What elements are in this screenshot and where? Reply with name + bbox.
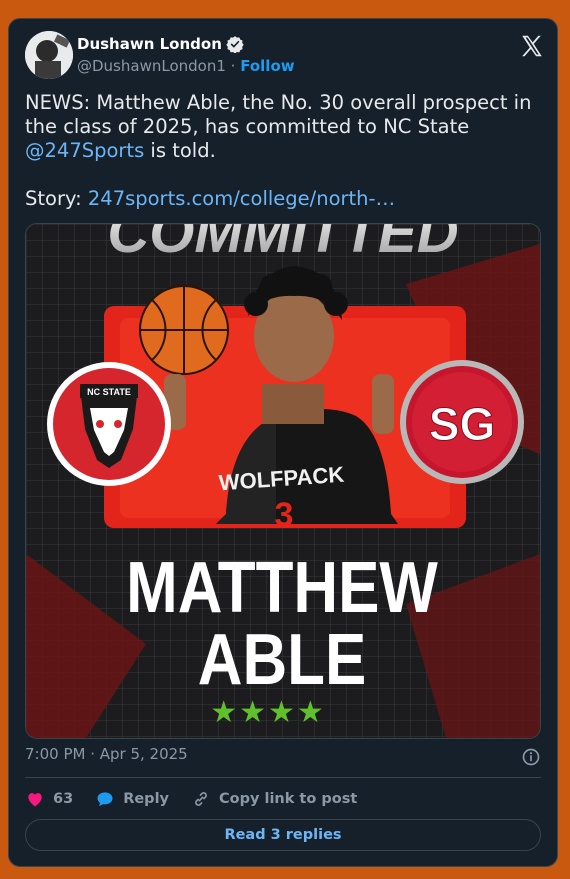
copy-link-button[interactable]: Copy link to post bbox=[191, 789, 357, 809]
info-icon[interactable] bbox=[521, 747, 541, 767]
like-count: 63 bbox=[53, 791, 74, 807]
handle-separator: · bbox=[230, 57, 236, 75]
player-last-name: ABLE bbox=[198, 620, 367, 700]
speech-bubble-icon bbox=[97, 792, 113, 807]
copy-link-label: Copy link to post bbox=[219, 791, 358, 807]
story-label: Story: bbox=[25, 187, 88, 210]
tweet-media-image[interactable]: COMMITTED WOLFPACK 3 NC STATE SG MATTHEW… bbox=[25, 223, 541, 739]
tweet-header: Dushawn London @DushawnLondon1 · Follow bbox=[25, 31, 545, 81]
mention-link[interactable]: @247Sports bbox=[25, 139, 144, 162]
x-logo-icon[interactable] bbox=[519, 33, 545, 59]
heart-icon bbox=[28, 793, 42, 807]
star-rating: ★★★★ bbox=[210, 695, 326, 730]
author-handle[interactable]: @DushawnLondon1 bbox=[77, 57, 226, 75]
tweet-body: NEWS: Matthew Able, the No. 30 overall p… bbox=[25, 91, 532, 138]
reply-label: Reply bbox=[123, 791, 169, 807]
read-replies-button[interactable]: Read 3 replies bbox=[25, 819, 541, 851]
like-button[interactable]: 63 bbox=[25, 789, 73, 809]
author-name[interactable]: Dushawn London bbox=[77, 35, 222, 53]
verified-badge-icon bbox=[226, 35, 244, 54]
timestamp-row: 7:00 PM · Apr 5, 2025 bbox=[25, 745, 541, 769]
jersey-number: 3 bbox=[275, 496, 294, 534]
action-bar: 63 Reply Copy link to post bbox=[25, 787, 541, 811]
tweet-body-end: is told. bbox=[144, 139, 216, 162]
link-icon bbox=[195, 792, 207, 806]
follow-button[interactable]: Follow bbox=[240, 57, 294, 75]
position-badge-text: SG bbox=[429, 398, 495, 450]
reply-button[interactable]: Reply bbox=[95, 789, 169, 809]
timestamp[interactable]: 7:00 PM · Apr 5, 2025 bbox=[25, 745, 188, 763]
avatar[interactable] bbox=[25, 31, 73, 79]
divider bbox=[25, 777, 541, 778]
banner-text: COMMITTED bbox=[107, 224, 458, 265]
player-first-name: MATTHEW bbox=[126, 548, 438, 628]
story-link[interactable]: 247sports.com/college/north-… bbox=[88, 187, 395, 210]
tweet-text: NEWS: Matthew Able, the No. 30 overall p… bbox=[25, 91, 541, 211]
tweet-card: Dushawn London @DushawnLondon1 · Follow … bbox=[8, 18, 558, 867]
school-logo-text: NC STATE bbox=[87, 387, 131, 397]
